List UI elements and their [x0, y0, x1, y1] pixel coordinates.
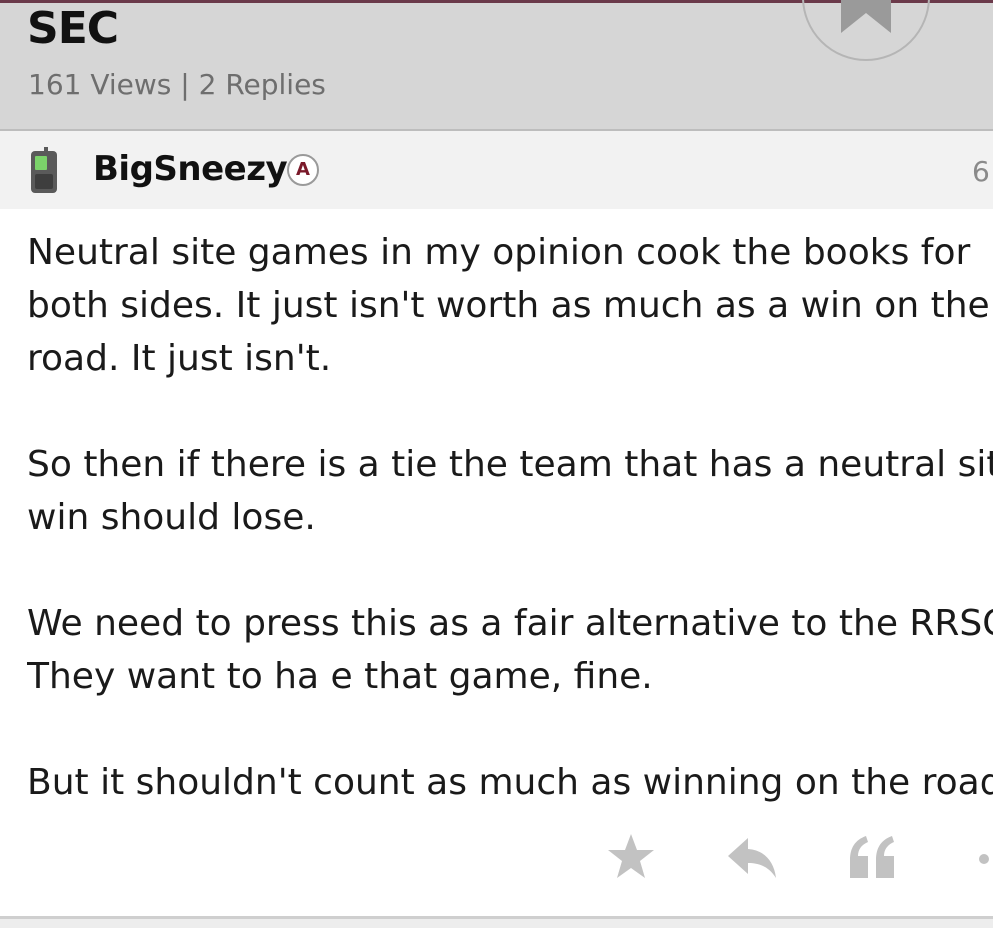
next-post-edge [0, 919, 993, 928]
post-line: So then if there is a tie the team that … [27, 444, 993, 485]
post-line: Neutral site games in my opinion cook th… [27, 232, 971, 273]
post-paragraph: So then if there is a tie the team that … [27, 438, 993, 544]
post-line: They want to ha e that game, fine. [27, 656, 653, 697]
post-line: We need to press this as a fair alternat… [27, 603, 993, 644]
mobile-phone-icon [31, 147, 57, 193]
post-line: win should lose. [27, 497, 316, 538]
quote-icon[interactable] [846, 830, 900, 884]
forum-thread-page: SEC 161 Views | 2 Replies BigSneezy A 6 … [0, 0, 993, 928]
post-paragraph: We need to press this as a fair alternat… [27, 597, 993, 703]
reply-icon[interactable] [726, 830, 780, 884]
bookmark-icon [841, 0, 891, 33]
post-header: BigSneezy A 6 [0, 131, 993, 209]
bookmark-button[interactable] [802, 0, 930, 61]
post-body: Neutral site games in my opinion cook th… [27, 226, 993, 806]
post-line: road. It just isn't. [27, 338, 332, 379]
post-actions [0, 830, 993, 890]
star-icon[interactable] [604, 830, 658, 884]
post-line: But it shouldn't count as much as winnin… [27, 762, 993, 803]
admin-badge: A [287, 154, 319, 186]
post-paragraph: Neutral site games in my opinion cook th… [27, 226, 993, 385]
more-icon[interactable] [968, 830, 993, 884]
thread-header: SEC 161 Views | 2 Replies [0, 0, 993, 131]
thread-stats: 161 Views | 2 Replies [28, 68, 326, 101]
post-line: both sides. It just isn't worth as much … [27, 285, 990, 326]
thread-title: SEC [27, 3, 119, 54]
post-timestamp: 6 [972, 155, 990, 188]
post-author[interactable]: BigSneezy [93, 148, 288, 190]
post-paragraph: But it shouldn't count as much as winnin… [27, 756, 993, 806]
